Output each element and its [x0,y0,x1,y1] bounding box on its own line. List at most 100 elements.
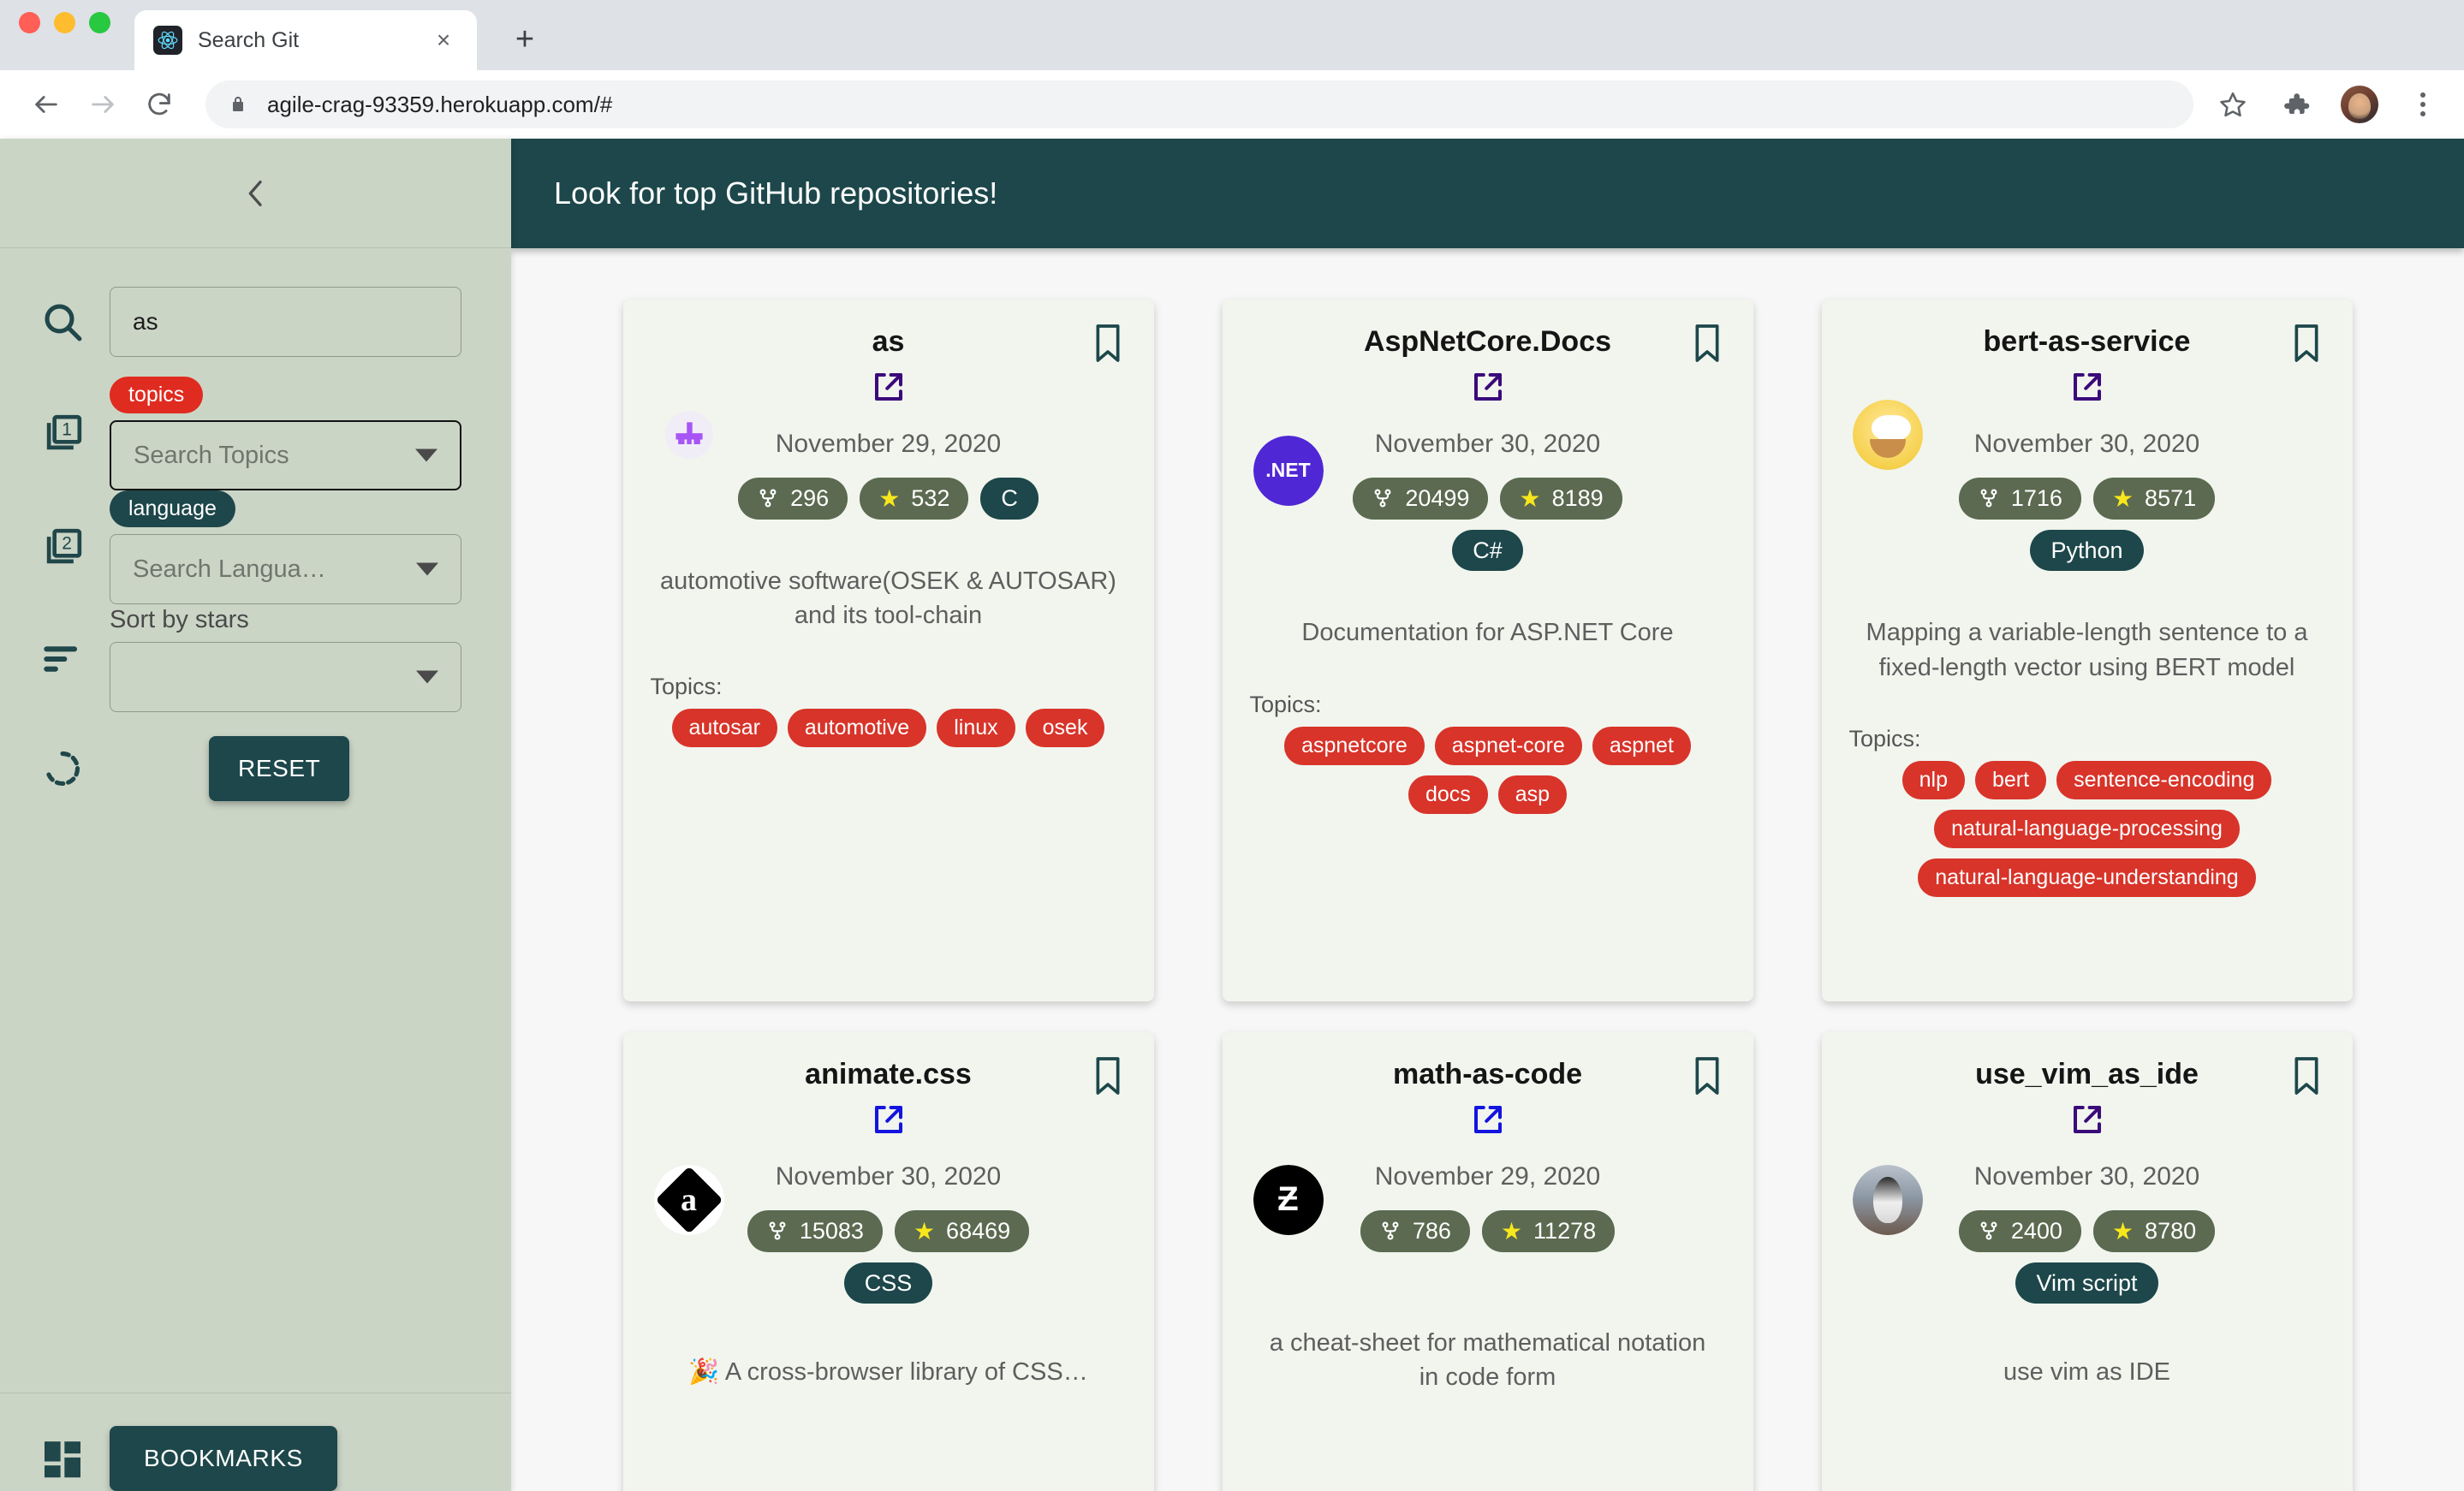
language-badge: C# [1452,530,1523,571]
animate-css-logo-icon: a [654,1165,724,1235]
homer-avatar-icon [1853,400,1923,470]
topics-select[interactable]: Search Topics [110,420,461,490]
repo-card[interactable]: bert-as-service November 30, 2020 [1822,300,2353,1001]
new-tab-button[interactable]: + [506,21,544,58]
repo-card[interactable]: as November 29, 2020 [623,300,1154,1001]
fork-badge: 15083 [747,1210,883,1253]
bookmark-icon[interactable] [1091,322,1125,369]
repo-name: animate.css [651,1056,1127,1093]
dashboard-grid-icon [15,1435,110,1482]
math-as-code-logo-icon: Ƶ [1253,1165,1324,1235]
fork-badge: 786 [1360,1210,1470,1253]
topic-tag[interactable]: linux [937,709,1015,747]
minimize-window-button[interactable] [54,12,75,33]
star-count: 8189 [1552,484,1604,512]
topic-tag[interactable]: aspnetcore [1284,727,1425,765]
browser-tab[interactable]: Search Git × [134,10,477,70]
browser-toolbar: agile-crag-93359.herokuapp.com/# [0,70,2464,139]
filter-1-icon: 1 [15,410,110,458]
topic-tag[interactable]: aspnet [1592,727,1691,765]
sidebar-row-bookmarks: BOOKMARKS [0,1393,511,1491]
react-icon [153,26,182,55]
star-icon: ★ [914,1217,935,1246]
external-link-icon[interactable] [1470,1102,1506,1142]
sort-select[interactable] [110,642,461,712]
fork-badge: 296 [738,478,848,520]
star-count: 68469 [946,1217,1010,1244]
star-icon: ★ [1501,1217,1522,1246]
external-link-icon[interactable] [2069,369,2105,409]
sidebar-header [0,139,511,248]
topic-tag[interactable]: natural-language-understanding [1918,858,2255,897]
repo-card[interactable]: AspNetCore.Docs .NET November 30, 2020 [1223,300,1753,1001]
fork-badge: 1716 [1959,478,2081,520]
repo-description: automotive software(OSEK & AUTOSAR) and … [651,564,1127,633]
close-tab-button[interactable]: × [429,26,458,55]
bookmark-icon[interactable] [2289,1054,2324,1102]
star-count: 8780 [2145,1217,2196,1244]
tab-strip: Search Git × + [0,0,2464,70]
repo-name: use_vim_as_ide [1849,1056,2325,1093]
maximize-window-button[interactable] [89,12,110,33]
close-window-button[interactable] [19,12,40,33]
topics-label: Topics: [1849,726,1921,751]
topic-tag-list: autosar automotive linux osek [651,709,1127,747]
bookmarks-button[interactable]: BOOKMARKS [110,1426,337,1491]
filter-2-icon: 2 [15,524,110,572]
repo-date: November 30, 2020 [1250,430,1726,459]
external-link-icon[interactable] [871,369,907,409]
repo-card[interactable]: math-as-code Ƶ November 29, 2020 [1223,1032,1753,1491]
repo-description: a cheat-sheet for mathematical notation … [1250,1326,1726,1394]
profile-avatar[interactable] [2341,86,2378,123]
external-link-icon[interactable] [871,1102,907,1142]
topic-tag[interactable]: automotive [788,709,926,747]
topic-tag[interactable]: autosar [672,709,777,747]
back-arrow-icon[interactable] [22,80,70,128]
bookmark-star-icon[interactable] [2214,86,2252,123]
app-header: Look for top GitHub repositories! [511,139,2464,248]
repo-card[interactable]: use_vim_as_ide November 30, 2020 [1822,1032,2353,1491]
bookmark-icon[interactable] [1690,1054,1724,1102]
topic-tag[interactable]: bert [1975,761,2046,799]
topic-tag[interactable]: nlp [1902,761,1965,799]
sidebar-row-reset: RESET [0,714,511,823]
puzzle-piece-icon[interactable] [2277,86,2315,123]
repo-name: AspNetCore.Docs [1250,324,1726,360]
sort-icon [15,635,110,683]
reset-button[interactable]: RESET [209,736,349,801]
fork-count: 296 [790,484,829,512]
results-area: as November 29, 2020 [511,248,2464,1491]
fork-count: 15083 [800,1217,864,1244]
repo-description: 🎉 A cross-browser library of CSS… [651,1355,1127,1389]
bookmark-icon[interactable] [1690,322,1724,369]
browser-window: Search Git × + agile-crag-93359.herokuap… [0,0,2464,1491]
sidebar-row-search [0,267,511,377]
topic-tag[interactable]: asp [1498,775,1567,814]
url-text: agile-crag-93359.herokuapp.com/# [267,92,612,118]
external-link-icon[interactable] [2069,1102,2105,1142]
reload-icon[interactable] [135,80,183,128]
topic-tag[interactable]: natural-language-processing [1934,810,2240,848]
topics-label: Topics: [651,674,723,699]
external-link-icon[interactable] [1470,369,1506,409]
chevron-left-icon[interactable] [226,163,286,223]
window-controls [19,0,110,70]
bookmark-icon[interactable] [1091,1054,1125,1102]
kebab-menu-icon[interactable] [2404,86,2442,123]
language-select[interactable]: Search Langua… [110,534,461,604]
repo-card[interactable]: animate.css a November 30, 2020 [623,1032,1154,1491]
star-icon: ★ [2112,484,2134,514]
star-badge: ★ 532 [860,478,968,520]
forward-arrow-icon[interactable] [79,80,127,128]
bookmark-icon[interactable] [2289,322,2324,369]
address-bar[interactable]: agile-crag-93359.herokuapp.com/# [205,80,2193,128]
svg-text:2: 2 [62,533,72,553]
topic-tag[interactable]: sentence-encoding [2056,761,2271,799]
topic-tag[interactable]: aspnet-core [1435,727,1582,765]
search-input[interactable] [110,287,461,357]
fork-count: 1716 [2011,484,2062,512]
chevron-down-icon [415,449,437,462]
toolbar-icons [2214,86,2442,123]
topic-tag[interactable]: docs [1408,775,1488,814]
topic-tag[interactable]: osek [1026,709,1105,747]
